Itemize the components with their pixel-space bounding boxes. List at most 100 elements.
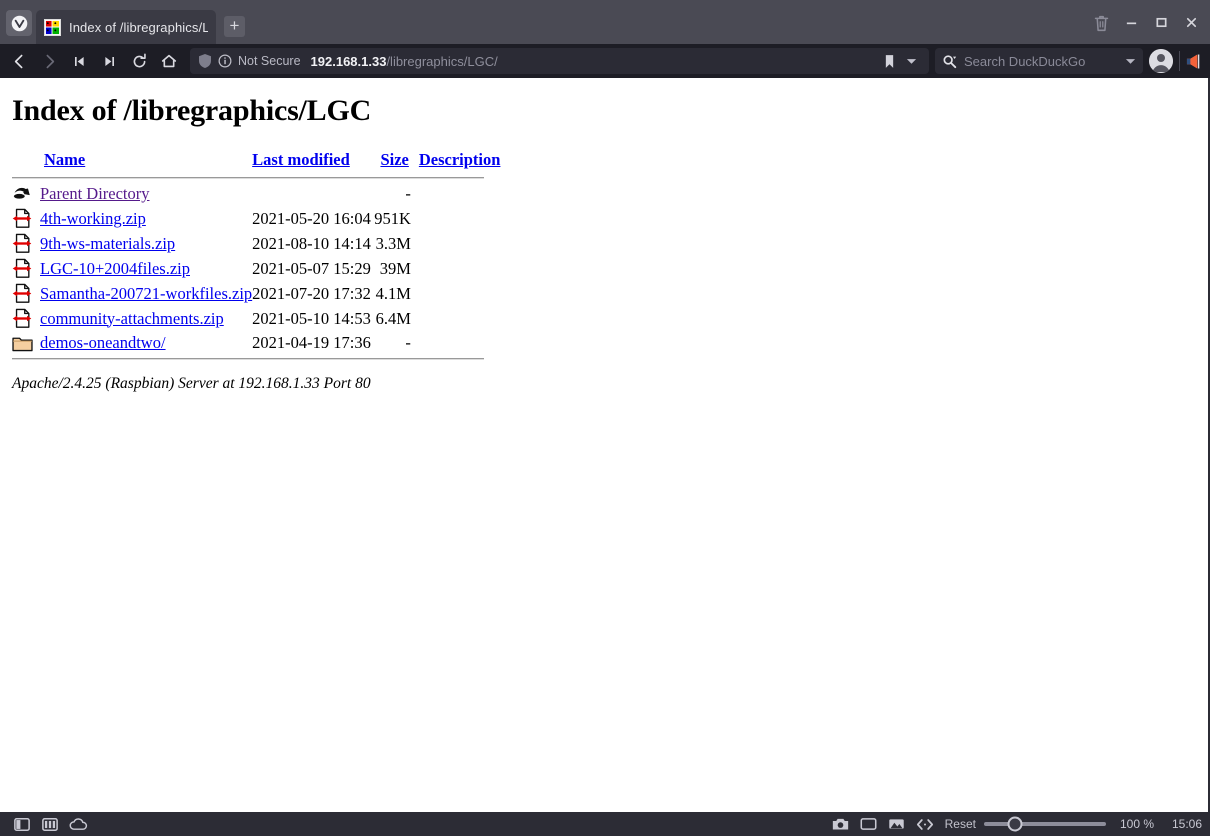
reload-icon[interactable] — [124, 47, 154, 75]
shield-icon — [199, 54, 211, 68]
zoom-slider-thumb[interactable] — [1007, 816, 1022, 832]
server-signature: Apache/2.4.25 (Raspbian) Server at 192.1… — [12, 375, 371, 392]
maximize-button[interactable] — [1146, 10, 1176, 34]
security-status-label: Not Secure — [238, 54, 301, 68]
address-bar[interactable]: Not Secure 192.168.1.33/libregraphics/LG… — [190, 48, 929, 74]
parent-directory-icon — [12, 182, 40, 206]
size-cell: 39M — [379, 258, 411, 278]
header-rule-row — [12, 174, 500, 182]
file-link[interactable]: community-attachments.zip — [40, 309, 224, 328]
file-link[interactable]: 4th-working.zip — [40, 209, 146, 228]
apache-directory-favicon — [44, 18, 61, 36]
table-row: Parent Directory - — [12, 182, 500, 206]
compressed-file-icon — [12, 306, 40, 331]
file-link[interactable]: Samantha-200721-workfiles.zip — [40, 284, 252, 303]
description-cell — [411, 182, 501, 206]
file-name-cell: 9th-ws-materials.zip — [40, 231, 252, 256]
horizontal-rule — [12, 358, 484, 360]
column-size: Size — [371, 150, 411, 174]
camera-icon[interactable] — [827, 813, 855, 835]
description-cell — [411, 306, 501, 331]
compressed-file-icon — [12, 256, 40, 281]
table-row: community-attachments.zip 2021-05-10 14:5… — [12, 306, 500, 331]
size-cell: 6.4M — [375, 308, 411, 328]
profile-avatar-icon[interactable] — [1149, 49, 1173, 73]
back-arrow-icon[interactable] — [4, 47, 34, 75]
zoom-slider[interactable] — [984, 816, 1106, 832]
address-bar-actions — [879, 54, 921, 69]
table-header-row: Name Last modified Size Description — [12, 150, 500, 174]
sort-by-last-modified-link[interactable]: Last modified — [252, 150, 350, 169]
status-bar: Reset 100 % 15:06 — [0, 812, 1210, 836]
vivaldi-menu-button[interactable] — [6, 10, 32, 36]
file-name-cell: Parent Directory — [40, 182, 252, 206]
description-cell — [411, 231, 501, 256]
tiling-icon[interactable] — [36, 813, 64, 835]
last-modified-cell: 2021-05-10 14:53 — [252, 308, 371, 328]
column-description: Description — [411, 150, 501, 174]
page-content: Index of /libregraphics/LGC Name Last mo… — [0, 78, 1210, 812]
size-cell: 3.3M — [375, 233, 411, 253]
file-link[interactable]: demos-oneandtwo/ — [40, 333, 166, 352]
table-row: 4th-working.zip 2021-05-20 16:04 951K — [12, 206, 500, 231]
bookmark-chevron-down-icon[interactable] — [902, 57, 921, 65]
sort-by-size-link[interactable]: Size — [380, 150, 408, 169]
fast-forward-icon[interactable] — [94, 47, 124, 75]
file-link[interactable]: Parent Directory — [40, 184, 150, 203]
description-cell — [411, 206, 501, 231]
image-icon[interactable] — [883, 813, 911, 835]
folder-icon — [12, 331, 40, 355]
footer-rule-cell — [12, 355, 500, 363]
compressed-file-icon — [12, 206, 40, 231]
search-field[interactable]: Search DuckDuckGo — [935, 48, 1143, 74]
file-name-cell: Samantha-200721-workfiles.zip — [40, 281, 252, 306]
close-button[interactable] — [1176, 10, 1206, 34]
window-icon[interactable] — [855, 813, 883, 835]
size-cell: - — [405, 333, 411, 352]
url-text[interactable]: 192.168.1.33/libregraphics/LGC/ — [311, 54, 873, 69]
cloud-icon[interactable] — [64, 813, 92, 835]
navigation-toolbar: Not Secure 192.168.1.33/libregraphics/LG… — [0, 44, 1210, 78]
horizontal-rule — [12, 177, 484, 179]
file-name-cell: 4th-working.zip — [40, 206, 252, 231]
code-brackets-icon[interactable] — [911, 813, 939, 835]
tab-index-of-libregraphics-lgc[interactable]: Index of /libregraphics/LGC — [36, 10, 216, 44]
last-modified-cell — [252, 182, 371, 206]
table-row: Samantha-200721-workfiles.zip 2021-07-20 … — [12, 281, 500, 306]
directory-listing-table: Name Last modified Size Description Pare… — [12, 150, 500, 363]
megaphone-extension-icon[interactable] — [1180, 47, 1208, 75]
header-rule-cell — [12, 174, 500, 182]
url-host: 192.168.1.33 — [310, 53, 387, 69]
directory-listing-body: Parent Directory - 4th-working.zip 2021-05-… — [12, 182, 500, 355]
panel-toggle-icon[interactable] — [8, 813, 36, 835]
sort-by-description-link[interactable]: Description — [419, 150, 501, 169]
new-tab-button[interactable]: + — [224, 16, 245, 37]
description-cell — [411, 331, 501, 355]
file-link[interactable]: 9th-ws-materials.zip — [40, 234, 175, 253]
browser-window: Index of /libregraphics/LGC + — [0, 0, 1210, 836]
forward-arrow-icon[interactable] — [34, 47, 64, 75]
size-cell: 951K — [374, 208, 411, 228]
file-link[interactable]: LGC-10+2004files.zip — [40, 259, 190, 278]
search-chevron-down-icon[interactable] — [1125, 57, 1136, 65]
table-row: LGC-10+2004files.zip 2021-05-07 15:29 39M — [12, 256, 500, 281]
last-modified-cell: 2021-04-19 17:36 — [252, 333, 371, 352]
search-input[interactable]: Search DuckDuckGo — [964, 54, 1118, 69]
size-cell: 4.1M — [375, 283, 411, 303]
bookmark-icon[interactable] — [879, 54, 900, 69]
description-cell — [411, 256, 501, 281]
zoom-reset-button[interactable]: Reset — [939, 817, 984, 831]
last-modified-cell: 2021-05-20 16:04 — [252, 208, 371, 228]
column-last-modified: Last modified — [252, 150, 371, 174]
trash-icon[interactable] — [1086, 6, 1116, 40]
rewind-icon[interactable] — [64, 47, 94, 75]
compressed-file-icon — [12, 281, 40, 306]
info-circle-icon[interactable] — [218, 54, 232, 68]
sort-by-name-link[interactable]: Name — [44, 150, 85, 169]
home-icon[interactable] — [154, 47, 184, 75]
size-cell: - — [405, 184, 411, 203]
last-modified-cell: 2021-05-07 15:29 — [252, 258, 371, 278]
minimize-button[interactable] — [1116, 10, 1146, 34]
table-row: 9th-ws-materials.zip 2021-08-10 14:14 3.3M — [12, 231, 500, 256]
search-icon — [942, 54, 957, 69]
